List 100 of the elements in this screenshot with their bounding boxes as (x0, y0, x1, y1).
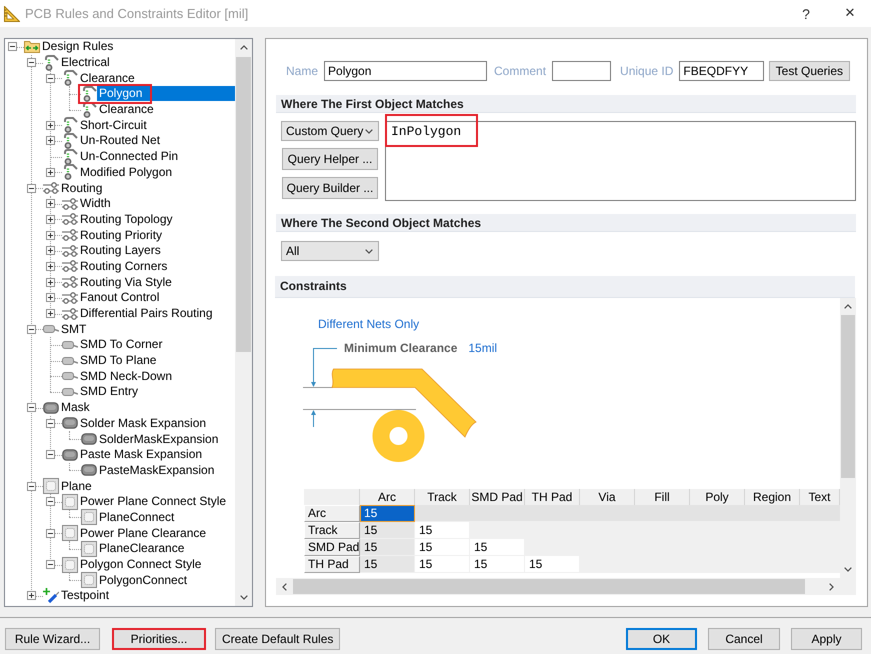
scrollbar-thumb[interactable] (236, 57, 251, 352)
dialog-button[interactable]: Priorities... (112, 628, 206, 650)
collapse-icon[interactable] (26, 58, 36, 68)
collapse-icon[interactable] (46, 450, 54, 460)
chevron-left-icon[interactable] (282, 582, 287, 590)
tree-item[interactable]: Fanout Control (78, 290, 162, 306)
collapse-icon[interactable] (46, 74, 54, 83)
tree-item[interactable]: Design Rules (40, 39, 116, 54)
chevron-down-icon[interactable] (844, 567, 852, 572)
matrix-value[interactable]: 15 (360, 505, 415, 522)
query-field[interactable]: InPolygon (385, 121, 856, 201)
expand-icon[interactable] (46, 293, 54, 302)
collapse-icon[interactable] (46, 497, 54, 506)
tree-item[interactable]: Polygon (97, 86, 235, 102)
chevron-up-icon[interactable] (240, 45, 248, 50)
tree-item[interactable]: PolygonConnect (97, 572, 190, 588)
tree-item[interactable]: Routing Layers (78, 243, 163, 258)
name-field[interactable]: Polygon (324, 61, 488, 81)
tree-item[interactable]: Power Plane Clearance (78, 526, 208, 541)
tree-item[interactable]: SMD To Plane (78, 353, 158, 368)
dialog-button[interactable]: Create Default Rules (215, 628, 340, 650)
chevron-right-icon[interactable] (829, 582, 834, 590)
tree-item[interactable]: Routing (59, 180, 104, 196)
expand-icon[interactable] (46, 136, 54, 146)
matrix-value[interactable]: 15 (360, 539, 415, 556)
tree-item[interactable]: Electrical (59, 55, 112, 70)
collapse-icon[interactable] (26, 324, 36, 334)
expand-icon[interactable] (46, 168, 54, 177)
tree-item[interactable]: Solder Mask Expansion (78, 416, 208, 431)
tree-item[interactable]: Routing Priority (78, 228, 164, 243)
vertical-scrollbar[interactable] (235, 39, 252, 606)
tree-item[interactable]: PlaneClearance (97, 541, 186, 556)
collapse-icon[interactable] (26, 403, 36, 412)
tree-item[interactable]: PasteMaskExpansion (97, 462, 216, 478)
dialog-button[interactable]: Apply (791, 628, 862, 650)
close-button[interactable]: ✕ (829, 0, 871, 27)
expand-icon[interactable] (46, 230, 54, 240)
tree-item[interactable]: Width (78, 196, 113, 212)
chevron-up-icon[interactable] (844, 304, 852, 309)
clearance-value[interactable]: 15mil (468, 341, 498, 355)
scrollbar-thumb[interactable] (293, 579, 805, 594)
query-type-dropdown[interactable]: Custom Query (281, 121, 379, 141)
matrix-value[interactable]: 15 (470, 539, 525, 556)
tree-item[interactable]: PlaneConnect (97, 510, 176, 525)
horizontal-scrollbar[interactable] (276, 578, 840, 595)
matrix-value[interactable]: 15 (415, 556, 470, 573)
expand-icon[interactable] (46, 262, 54, 271)
tree-item[interactable]: Clearance (78, 70, 137, 86)
tree-item[interactable]: SolderMaskExpansion (97, 432, 220, 447)
tree-item[interactable]: Un-Routed Net (78, 133, 162, 148)
dialog-button[interactable]: OK (626, 628, 697, 650)
matrix-value[interactable]: 15 (470, 556, 525, 573)
tree-item[interactable]: Short-Circuit (78, 118, 149, 133)
tree-item[interactable]: Un-Connected Pin (78, 149, 180, 164)
tree-item[interactable]: Clearance (97, 102, 156, 118)
tree-item[interactable]: SMT (59, 322, 88, 337)
tree-item[interactable]: Paste Mask Expansion (78, 447, 204, 462)
vertical-scrollbar[interactable] (840, 298, 856, 578)
row-heading[interactable]: TH Pad (304, 556, 360, 573)
row-heading[interactable]: Arc (304, 505, 360, 522)
tree-item[interactable]: Polygon Connect Style (78, 557, 204, 572)
matrix-value[interactable]: 15 (415, 522, 470, 539)
tree-item[interactable]: Mask (59, 400, 92, 416)
unique-id-field[interactable]: FBEQDFYY (679, 61, 764, 81)
tree-item[interactable]: Testpoint (59, 588, 112, 604)
matrix-value[interactable]: 15 (415, 539, 470, 556)
tree-item[interactable]: Differential Pairs Routing (78, 306, 215, 322)
tree-item[interactable]: SMD Neck-Down (78, 368, 174, 384)
collapse-icon[interactable] (46, 560, 54, 570)
object-type-dropdown[interactable]: All (281, 241, 379, 261)
tree-item[interactable]: Plane (59, 478, 94, 494)
test-queries-button[interactable]: Test Queries (768, 61, 850, 81)
matrix-value[interactable]: 15 (360, 522, 415, 539)
query-builder-button[interactable]: Query Builder ... (282, 177, 378, 199)
tree-item[interactable]: SMD To Corner (78, 337, 164, 352)
chevron-down-icon[interactable] (240, 595, 248, 600)
help-button[interactable]: ? (783, 0, 829, 27)
expand-icon[interactable] (46, 278, 54, 287)
collapse-icon[interactable] (26, 482, 36, 491)
tree-item[interactable]: Routing Corners (78, 258, 170, 274)
collapse-icon[interactable] (46, 418, 54, 428)
expand-icon[interactable] (46, 199, 54, 208)
dialog-button[interactable]: Rule Wizard... (5, 628, 100, 650)
expand-icon[interactable] (46, 246, 54, 256)
expand-icon[interactable] (46, 214, 54, 224)
collapse-icon[interactable] (26, 184, 36, 193)
expand-icon[interactable] (46, 120, 54, 130)
query-helper-button[interactable]: Query Helper ... (282, 148, 378, 170)
expand-icon[interactable] (46, 309, 54, 318)
scrollbar-thumb[interactable] (841, 315, 855, 478)
matrix-value[interactable]: 15 (525, 556, 580, 573)
matrix-value[interactable]: 15 (360, 556, 415, 573)
dialog-button[interactable]: Cancel (708, 628, 780, 650)
collapse-icon[interactable] (8, 42, 16, 52)
tree-item[interactable]: SMD Entry (78, 384, 140, 400)
row-heading[interactable]: SMD Pad (304, 539, 360, 556)
tree-item[interactable]: Power Plane Connect Style (78, 494, 228, 510)
expand-icon[interactable] (26, 591, 36, 600)
tree-item[interactable]: Modified Polygon (78, 164, 174, 180)
tree-item[interactable]: Routing Topology (78, 212, 175, 227)
